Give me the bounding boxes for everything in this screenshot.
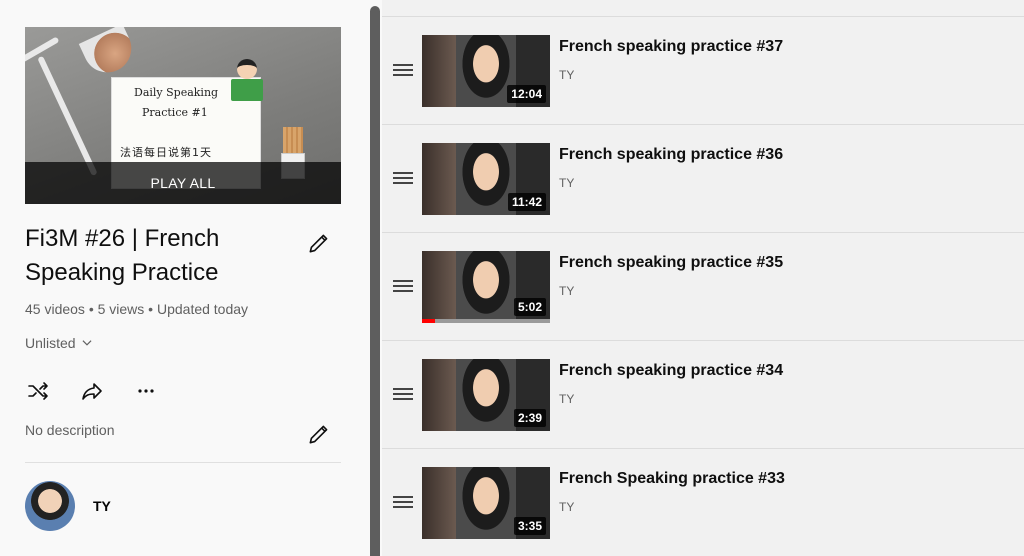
video-title[interactable]: French Speaking practice #33: [559, 470, 785, 488]
privacy-label: Unlisted: [25, 335, 76, 351]
pencil-icon[interactable]: [306, 230, 332, 256]
board-text-line1: Daily Speaking: [134, 86, 219, 99]
list-item[interactable]: 5:02 French speaking practice #35 TY: [382, 232, 1024, 340]
video-channel[interactable]: TY: [559, 68, 574, 82]
duration-badge: 2:39: [513, 409, 546, 427]
video-channel[interactable]: TY: [559, 284, 574, 298]
video-channel[interactable]: TY: [559, 176, 574, 190]
drag-handle-icon[interactable]: [393, 64, 413, 76]
list-item[interactable]: 12:04 French speaking practice #37 TY: [382, 16, 1024, 124]
list-item[interactable]: 3:35 French Speaking practice #33 TY: [382, 448, 1024, 556]
video-thumbnail[interactable]: 5:02: [422, 251, 550, 323]
green-book: [231, 79, 263, 101]
video-title[interactable]: French speaking practice #36: [559, 146, 783, 164]
playlist-header-panel: Daily Speaking Practice #1 法语每日说第1天 PLAY…: [0, 0, 370, 556]
playlist-video-list: 12:04 French speaking practice #37 TY 11…: [382, 0, 1024, 556]
video-thumbnail[interactable]: 3:35: [422, 467, 550, 539]
girl-head: [237, 59, 257, 79]
playlist-title: Fi3M #26 | French Speaking Practice: [25, 225, 220, 286]
list-item[interactable]: 11:42 French speaking practice #36 TY: [382, 124, 1024, 232]
video-channel[interactable]: TY: [559, 500, 574, 514]
watch-progress-bar: [422, 319, 550, 323]
video-thumbnail[interactable]: 2:39: [422, 359, 550, 431]
pencil-icon[interactable]: [306, 421, 332, 447]
playlist-description: No description: [25, 422, 115, 438]
duration-badge: 5:02: [513, 298, 546, 316]
owner-name[interactable]: TY: [93, 498, 111, 514]
playlist-owner[interactable]: TY: [25, 481, 111, 531]
video-title[interactable]: French speaking practice #37: [559, 38, 783, 56]
duration-badge: 11:42: [507, 193, 546, 211]
share-icon[interactable]: [79, 378, 105, 404]
video-thumbnail[interactable]: 12:04: [422, 35, 550, 107]
drag-handle-icon[interactable]: [393, 172, 413, 184]
app-root: Daily Speaking Practice #1 法语每日说第1天 PLAY…: [0, 0, 1024, 556]
board-text-line2: Practice #1: [142, 106, 208, 119]
video-title[interactable]: French speaking practice #34: [559, 362, 783, 380]
playlist-thumbnail[interactable]: Daily Speaking Practice #1 法语每日说第1天 PLAY…: [25, 27, 341, 204]
video-channel[interactable]: TY: [559, 392, 574, 406]
avatar[interactable]: [25, 481, 75, 531]
duration-badge: 12:04: [507, 85, 546, 103]
duration-badge: 3:35: [513, 517, 546, 535]
video-title[interactable]: French speaking practice #35: [559, 254, 783, 272]
divider: [25, 462, 341, 463]
list-item[interactable]: 2:39 French speaking practice #34 TY: [382, 340, 1024, 448]
drag-handle-icon[interactable]: [393, 496, 413, 508]
shuffle-icon[interactable]: [25, 378, 51, 404]
drag-handle-icon[interactable]: [393, 388, 413, 400]
scrollbar[interactable]: [370, 6, 380, 556]
drag-handle-icon[interactable]: [393, 280, 413, 292]
reading-girl-illustration: [231, 59, 263, 107]
playlist-stats: 45 videos • 5 views • Updated today: [25, 301, 249, 317]
chevron-down-icon: [82, 340, 92, 346]
play-all-button[interactable]: PLAY ALL: [25, 162, 341, 204]
board-text-line3: 法语每日说第1天: [120, 146, 212, 159]
more-horizontal-icon[interactable]: [133, 378, 159, 404]
watch-progress-fill: [422, 319, 435, 323]
privacy-dropdown[interactable]: Unlisted: [25, 335, 94, 351]
playlist-actions: [25, 378, 159, 404]
video-thumbnail[interactable]: 11:42: [422, 143, 550, 215]
